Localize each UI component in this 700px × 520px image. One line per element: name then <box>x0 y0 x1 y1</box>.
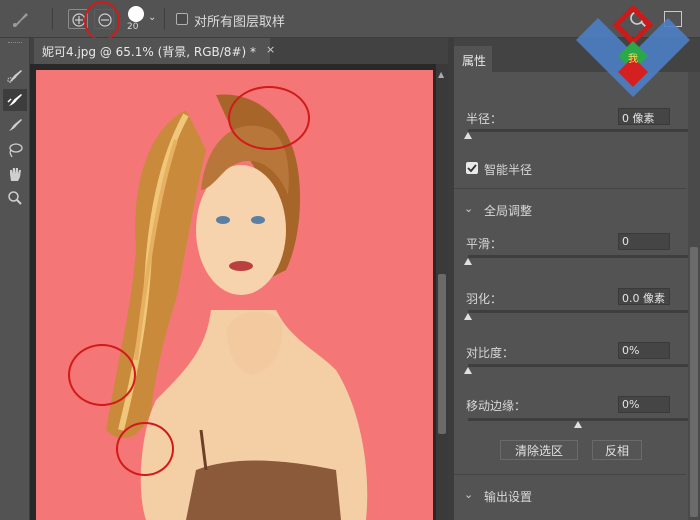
radius-slider-thumb[interactable] <box>464 132 472 139</box>
feather-label: 羽化： <box>466 292 503 306</box>
shift-edge-slider-thumb[interactable] <box>574 421 582 428</box>
smooth-label: 平滑： <box>466 237 503 251</box>
shift-edge-field[interactable]: 0% <box>618 396 670 413</box>
global-adjust-heading[interactable]: 全局调整 <box>484 202 532 219</box>
contrast-field[interactable]: 0% <box>618 342 670 359</box>
radius-label: 半径： <box>466 112 503 126</box>
brush-size-value: 20 <box>127 22 139 32</box>
contrast-slider-thumb[interactable] <box>464 367 472 374</box>
clear-selection-button[interactable]: 清除选区 <box>500 440 578 460</box>
close-document-icon[interactable]: × <box>266 43 275 56</box>
watermark-logo: 我 <box>574 0 692 110</box>
section-divider <box>454 188 686 189</box>
lasso-tool-icon[interactable] <box>3 139 27 161</box>
panel-scrollbar[interactable] <box>688 72 700 520</box>
radius-slider[interactable] <box>464 129 688 139</box>
properties-panel: 属性 半径： 0 像素 智能半径 ⌄ 全局调整 平滑： 0 羽化： 0.0 像素… <box>454 38 700 520</box>
smooth-field[interactable]: 0 <box>618 233 670 250</box>
shift-edge-slider[interactable] <box>468 418 688 428</box>
sample-all-layers-checkbox[interactable] <box>176 13 188 25</box>
refine-brush-tool-icon[interactable] <box>8 8 32 32</box>
separator <box>52 8 53 30</box>
quick-selection-brush-icon[interactable] <box>3 65 27 87</box>
feather-slider[interactable] <box>464 310 688 320</box>
toolbar-grip[interactable] <box>8 42 22 45</box>
contrast-slider[interactable] <box>464 364 688 374</box>
document-tab[interactable]: 妮可4.jpg @ 65.1% (背景, RGB/8#) * <box>34 38 270 64</box>
document-image[interactable] <box>36 70 433 520</box>
tab-properties[interactable]: 属性 <box>454 46 492 72</box>
logo-text: 我 <box>628 53 638 65</box>
smooth-slider-thumb[interactable] <box>464 258 472 265</box>
tools-panel <box>0 38 30 520</box>
canvas-area[interactable] <box>30 64 448 520</box>
brush-preview-icon[interactable] <box>128 6 144 22</box>
shift-edge-label: 移动边缘： <box>466 399 527 413</box>
contrast-label: 对比度： <box>466 346 515 360</box>
canvas-scroll-thumb[interactable] <box>438 274 446 434</box>
brush-tool-icon[interactable] <box>3 114 27 136</box>
output-settings-heading[interactable]: 输出设置 <box>484 488 532 505</box>
chevron-down-icon[interactable]: ⌄ <box>464 202 473 215</box>
canvas-vertical-scrollbar[interactable]: ▲ <box>436 64 448 520</box>
section-divider <box>454 474 686 475</box>
refine-edge-brush-icon[interactable] <box>3 89 27 111</box>
portrait-photo <box>106 94 368 520</box>
feather-field[interactable]: 0.0 像素 <box>618 288 670 305</box>
feather-slider-thumb[interactable] <box>464 313 472 320</box>
chevron-down-icon[interactable]: ⌄ <box>464 488 473 501</box>
photoshop-window: 20 ⌄ 对所有图层取样 妮可4.jpg @ 65.1% (背景, RGB/8#… <box>0 0 700 520</box>
smart-radius-checkbox[interactable] <box>466 162 478 174</box>
smart-radius-label: 智能半径 <box>484 163 533 177</box>
sample-all-layers-label: 对所有图层取样 <box>194 15 286 30</box>
smooth-slider[interactable] <box>464 255 688 265</box>
separator <box>164 8 165 30</box>
document-tab-bar: 妮可4.jpg @ 65.1% (背景, RGB/8#) * × <box>30 38 448 64</box>
invert-button[interactable]: 反相 <box>592 440 642 460</box>
radius-field[interactable]: 0 像素 <box>618 108 670 125</box>
annotation-circle <box>84 1 120 41</box>
hand-tool-icon[interactable] <box>3 163 27 185</box>
panel-scroll-thumb[interactable] <box>690 247 698 517</box>
scroll-up-icon[interactable]: ▲ <box>438 70 444 79</box>
zoom-tool-icon[interactable] <box>3 187 27 209</box>
annotation-circle <box>228 86 310 150</box>
annotation-circle <box>68 344 136 406</box>
brush-picker-chevron-icon[interactable]: ⌄ <box>148 12 156 23</box>
annotation-circle <box>116 422 174 476</box>
